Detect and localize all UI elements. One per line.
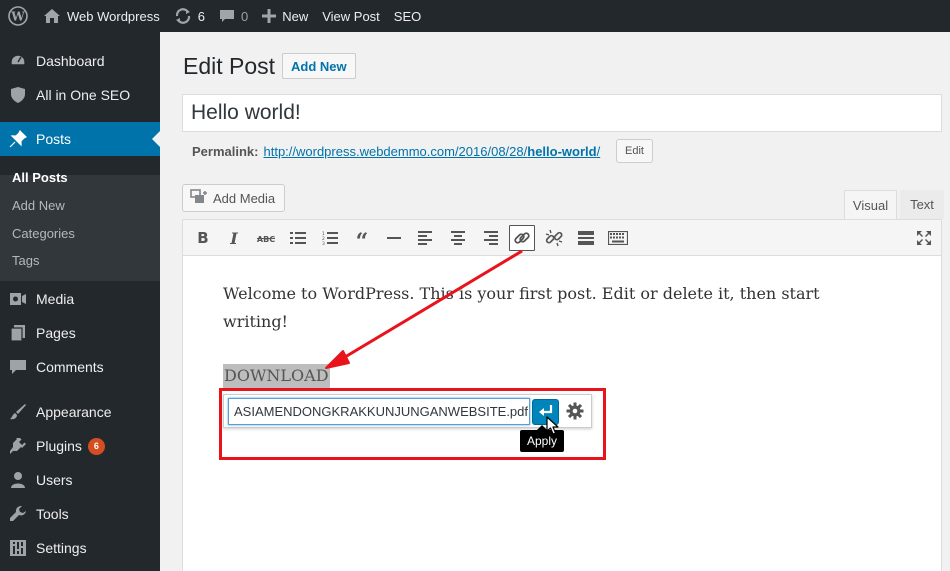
view-post-link[interactable]: View Post (315, 0, 387, 32)
settings-icon (0, 540, 36, 556)
dashboard-icon (0, 52, 36, 70)
tab-visual[interactable]: Visual (844, 190, 897, 219)
sidebar-item-media[interactable]: Media (0, 282, 160, 316)
tab-text[interactable]: Text (900, 190, 944, 219)
fullscreen-icon[interactable] (911, 225, 937, 251)
site-name-label: Web Wordpress (67, 8, 160, 24)
sidebar-item-label: Pages (36, 325, 76, 341)
selected-download-text[interactable]: DOWNLOAD (223, 364, 330, 388)
align-left-icon[interactable] (413, 225, 439, 251)
sidebar-item-label: Settings (36, 540, 87, 556)
sidebar-item-label: Media (36, 291, 75, 307)
add-media-icon (190, 188, 213, 208)
permalink-slug: hello-world (527, 144, 597, 159)
keyboard-toolbar-toggle-icon[interactable] (605, 225, 631, 251)
submenu-item-categories[interactable]: Categories (12, 226, 75, 241)
bold-icon[interactable]: B (190, 225, 216, 251)
comment-icon (0, 359, 36, 375)
updates-link[interactable]: 6 (167, 0, 212, 32)
add-media-button[interactable]: Add Media (182, 184, 286, 212)
sidebar-item-label: Comments (36, 359, 104, 375)
media-icon (0, 290, 36, 308)
sidebar-item-settings[interactable]: Settings (0, 531, 160, 565)
brush-icon (0, 403, 36, 421)
mouse-cursor-icon (546, 416, 560, 439)
edit-permalink-button[interactable]: Edit (616, 139, 653, 163)
submenu-item-all-posts[interactable]: All Posts (12, 170, 68, 185)
blockquote-icon[interactable]: “ (349, 225, 375, 253)
permalink-link[interactable]: http://wordpress.webdemmo.com/2016/08/28… (263, 144, 600, 159)
post-content-paragraph[interactable]: Welcome to WordPress. This is your first… (223, 280, 843, 336)
plugins-update-badge: 6 (87, 437, 105, 455)
strikethrough-icon[interactable]: ABC (253, 225, 279, 251)
user-icon (0, 471, 36, 489)
read-more-icon[interactable] (573, 225, 599, 251)
add-new-post-button[interactable]: Add New (282, 53, 356, 79)
wordpress-logo-icon[interactable]: W (0, 0, 36, 32)
insert-link-icon[interactable] (509, 225, 535, 251)
italic-icon[interactable]: I (221, 225, 247, 251)
page-title: Edit Post (183, 53, 276, 79)
permalink-label: Permalink: (192, 144, 259, 159)
home-icon (43, 8, 61, 24)
shield-icon (0, 86, 36, 104)
align-right-icon[interactable] (477, 225, 503, 251)
bulleted-list-icon[interactable] (285, 225, 311, 251)
editor-toolbar: B I ABC 123 “ (182, 219, 942, 256)
sidebar-item-posts[interactable]: Posts (0, 122, 160, 156)
sidebar-item-appearance[interactable]: Appearance (0, 395, 160, 429)
add-media-label: Add Media (213, 190, 276, 206)
remove-link-icon[interactable] (541, 225, 567, 251)
plugin-icon (0, 437, 36, 455)
sidebar-item-label: Plugins (36, 438, 82, 454)
submenu-item-tags[interactable]: Tags (12, 253, 39, 268)
sidebar-item-tools[interactable]: Tools (0, 497, 160, 531)
sidebar-item-label: Tools (36, 506, 69, 522)
pages-icon (0, 324, 36, 342)
sidebar-item-label: Dashboard (36, 53, 105, 69)
posts-submenu: All Posts Add New Categories Tags (0, 170, 160, 281)
seo-link[interactable]: SEO (387, 0, 428, 32)
submenu-item-add-new[interactable]: Add New (12, 198, 65, 213)
updates-icon (174, 7, 192, 25)
pushpin-icon (0, 130, 36, 148)
sidebar-item-plugins[interactable]: Plugins 6 (0, 429, 160, 463)
svg-text:3: 3 (322, 241, 325, 245)
align-center-icon[interactable] (445, 225, 471, 251)
sidebar-item-comments[interactable]: Comments (0, 350, 160, 384)
permalink-base: http://wordpress.webdemmo.com/2016/08/28… (263, 144, 528, 159)
sidebar-item-label: Posts (36, 131, 72, 147)
svg-text:ABC: ABC (257, 235, 275, 244)
comments-link[interactable]: 0 (212, 0, 255, 32)
site-name-link[interactable]: Web Wordpress (36, 0, 167, 32)
permalink-row: Permalink: http://wordpress.webdemmo.com… (192, 144, 600, 159)
sidebar-item-label: Users (36, 472, 73, 488)
numbered-list-icon[interactable]: 123 (317, 225, 343, 251)
sidebar-item-pages[interactable]: Pages (0, 316, 160, 350)
new-content-link[interactable]: New (255, 0, 315, 32)
comments-count: 0 (240, 8, 249, 24)
permalink-trail: / (596, 144, 601, 159)
new-label: New (282, 8, 309, 24)
plus-icon (262, 9, 277, 23)
post-title-input[interactable]: Hello world! (182, 94, 942, 132)
sidebar-item-users[interactable]: Users (0, 463, 160, 497)
updates-count: 6 (197, 8, 205, 24)
comment-bubble-icon (219, 8, 235, 24)
admin-sidebar: Dashboard All in One SEO Posts All Posts… (0, 32, 160, 571)
horizontal-line-icon[interactable] (381, 225, 407, 251)
wrench-icon (0, 505, 36, 523)
sidebar-item-label: Appearance (36, 404, 112, 420)
sidebar-item-all-in-one-seo[interactable]: All in One SEO (0, 78, 160, 112)
sidebar-item-label: All in One SEO (36, 87, 131, 103)
admin-bar: W Web Wordpress 6 0 New View Post SEO (0, 0, 950, 32)
sidebar-item-dashboard[interactable]: Dashboard (0, 44, 160, 78)
svg-text:W: W (10, 10, 25, 24)
